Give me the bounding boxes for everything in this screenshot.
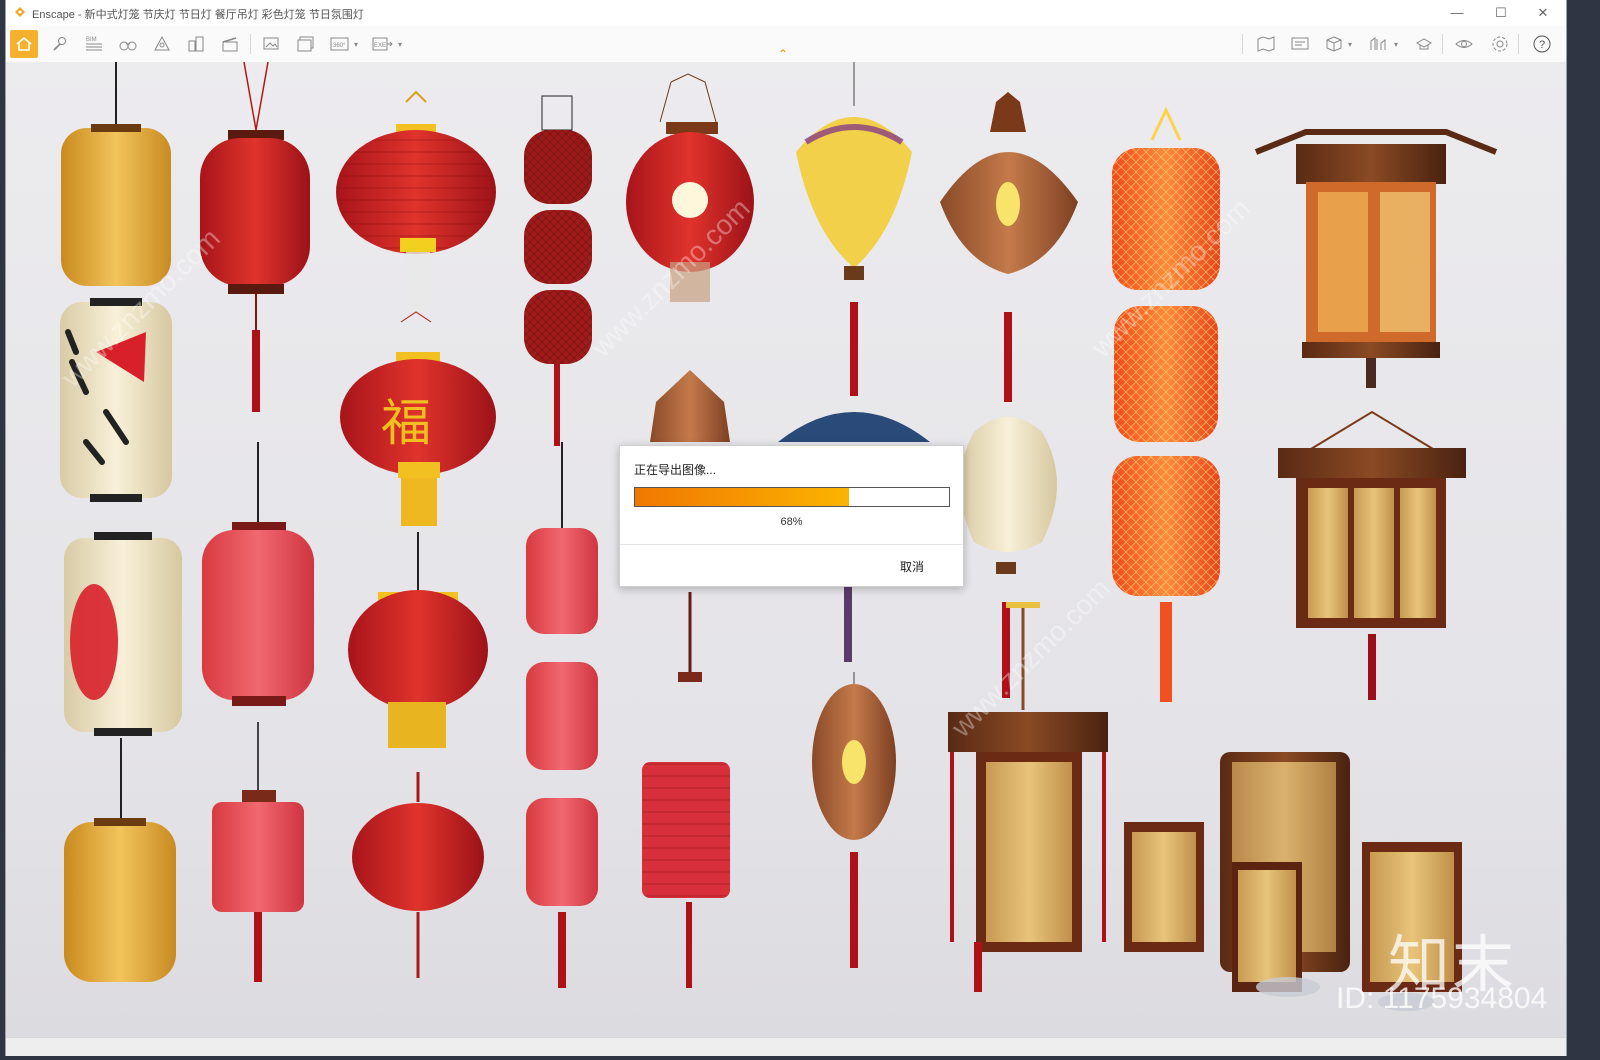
buildings-button[interactable] <box>182 30 210 58</box>
batch-render-button[interactable] <box>292 30 320 58</box>
export-progress-bar <box>634 487 950 507</box>
panorama-icon: 360° <box>330 37 349 51</box>
fu-character-text: 福 <box>381 394 431 452</box>
visibility-icon <box>1455 40 1473 48</box>
map-icon <box>1257 36 1275 52</box>
export-exe-icon: EXE <box>372 37 393 51</box>
home-button[interactable] <box>10 30 38 58</box>
status-strip <box>6 1037 1566 1056</box>
batch-render-icon <box>297 36 314 52</box>
toolbar-separator <box>250 34 251 54</box>
panorama-button[interactable]: 360° <box>326 30 354 58</box>
render-image-icon <box>263 37 279 50</box>
svg-text:360°: 360° <box>333 43 346 49</box>
enscape-logo-icon <box>15 7 25 17</box>
palace-lantern-3 <box>948 712 1108 992</box>
bim-button[interactable]: BIM <box>80 30 108 58</box>
cap-button[interactable] <box>1410 30 1438 58</box>
window-title: Enscape - 新中式灯笼 节庆灯 节日灯 餐厅吊灯 彩色灯笼 节日氛围灯 <box>32 9 364 21</box>
chart-icon <box>1370 37 1386 50</box>
dialog-title: 正在导出图像... <box>634 463 717 477</box>
palace-lantern-2 <box>1278 410 1466 700</box>
chart-dropdown-caret[interactable]: ▾ <box>1394 40 1398 49</box>
svg-text:?: ? <box>1539 39 1545 51</box>
help-icon: ? <box>1533 35 1551 53</box>
screen-button[interactable] <box>1286 30 1314 58</box>
progress-percent-label: 68% <box>780 516 803 528</box>
help-button[interactable]: ? <box>1528 30 1556 58</box>
settings-button[interactable] <box>1486 30 1514 58</box>
palace-lantern-1 <box>1254 129 1498 388</box>
video-editor-button[interactable] <box>216 30 244 58</box>
chart-button[interactable] <box>1364 30 1392 58</box>
bim-icon: BIM <box>86 37 102 51</box>
paint-button[interactable] <box>46 30 74 58</box>
asset-library-icon <box>154 35 170 51</box>
close-button[interactable]: ✕ <box>1528 3 1558 23</box>
clapper-icon <box>222 37 238 52</box>
export-progress-dialog: 正在导出图像... 68% 取消 <box>619 445 964 587</box>
toolbar-separator <box>1518 34 1519 54</box>
collapse-toolbar-chevron-icon[interactable]: ⌃ <box>778 47 788 61</box>
toolbar-separator <box>1242 34 1243 54</box>
watermark-id-text: ID: 1175934804 <box>1336 982 1548 1015</box>
panorama-dropdown-caret[interactable]: ▾ <box>354 40 358 49</box>
maximize-button[interactable]: ☐ <box>1486 3 1516 23</box>
cube-icon <box>1326 36 1342 52</box>
toolbar-separator <box>1442 34 1443 54</box>
export-dropdown-caret[interactable]: ▾ <box>398 40 402 49</box>
progress-fill <box>635 488 849 506</box>
cube-button[interactable] <box>1320 30 1348 58</box>
render-image-button[interactable] <box>258 30 286 58</box>
svg-text:BIM: BIM <box>86 37 97 43</box>
dialog-divider <box>620 544 963 545</box>
asset-library-button[interactable] <box>148 30 176 58</box>
lantern-column-3: 福 <box>336 90 496 978</box>
minimize-button[interactable]: — <box>1442 3 1472 23</box>
cube-dropdown-caret[interactable]: ▾ <box>1348 40 1352 49</box>
visibility-button[interactable] <box>1450 30 1478 58</box>
lantern-column-1 <box>60 62 182 982</box>
cap-icon <box>1415 38 1433 50</box>
enscape-window: Enscape - 新中式灯笼 节庆灯 节日灯 餐厅吊灯 彩色灯笼 节日氛围灯 … <box>6 0 1566 1056</box>
export-exe-button[interactable]: EXE <box>368 30 396 58</box>
buildings-icon <box>188 36 204 52</box>
paint-icon <box>53 37 66 51</box>
binoculars-button[interactable] <box>114 30 142 58</box>
svg-text:EXE: EXE <box>374 43 386 49</box>
map-button[interactable] <box>1252 30 1280 58</box>
home-icon <box>16 36 32 51</box>
cancel-button[interactable]: 取消 <box>900 558 924 575</box>
settings-icon <box>1492 36 1508 52</box>
lantern-column-4 <box>524 95 598 988</box>
lantern-column-2 <box>200 62 314 982</box>
title-bar: Enscape - 新中式灯笼 节庆灯 节日灯 餐厅吊灯 彩色灯笼 节日氛围灯 … <box>6 0 1566 27</box>
lantern-column-8 <box>1112 106 1220 702</box>
screen-icon <box>1291 37 1309 50</box>
binoculars-icon <box>119 41 137 51</box>
